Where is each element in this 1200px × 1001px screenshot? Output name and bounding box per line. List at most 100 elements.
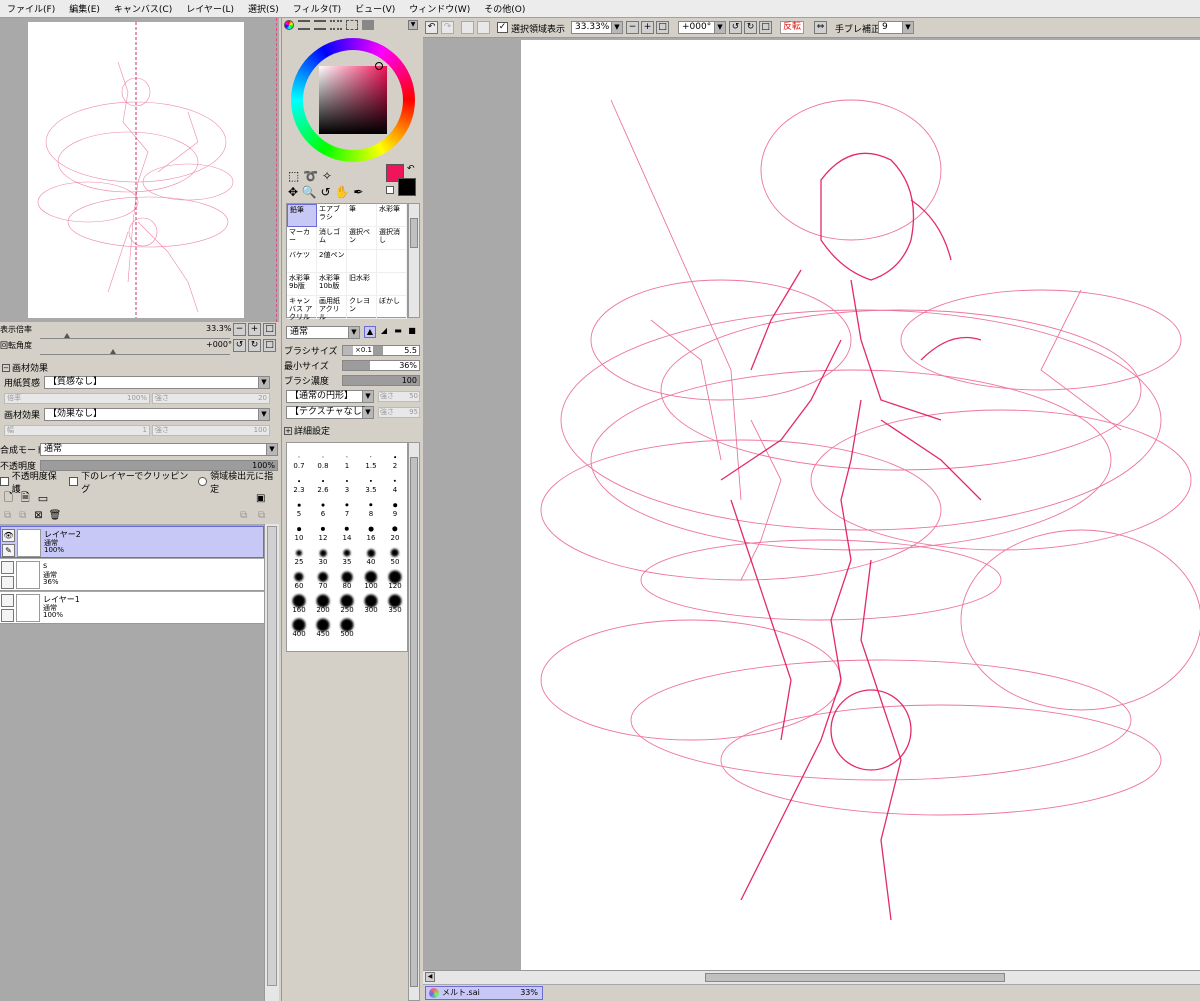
color-panel-menu-icon[interactable] (362, 20, 374, 30)
brush-size-preset[interactable]: 0.8 (311, 449, 335, 471)
rotate-icon[interactable]: ↺ (321, 185, 331, 199)
brush-lock-icon[interactable] (1, 576, 14, 589)
brush-lock-icon[interactable] (1, 609, 14, 622)
layer-list-scrollbar[interactable] (264, 524, 279, 1001)
scrollbar-thumb[interactable] (705, 973, 1005, 982)
brush-size-preset[interactable]: 35 (335, 545, 359, 567)
rotate-ccw-icon[interactable]: ↺ (729, 21, 742, 34)
hsv-slider-icon[interactable] (314, 20, 326, 30)
brush-size-preset[interactable]: 200 (311, 593, 335, 615)
tool-item[interactable]: バケツ (287, 250, 317, 273)
texture-strength-field[interactable]: 強さ 20 (152, 393, 270, 404)
tool-item[interactable]: 2値ペン (317, 250, 347, 273)
drawing-canvas[interactable] (521, 40, 1200, 970)
brush-size-preset[interactable]: 2 (383, 449, 407, 471)
rotate-left-button[interactable]: ↺ (233, 339, 246, 352)
lasso-icon[interactable]: ➰ (303, 169, 318, 183)
swatch-icon[interactable] (330, 20, 342, 30)
invert-selection-icon[interactable] (477, 21, 490, 34)
menu-item[interactable]: キャンバス(C) (107, 2, 179, 15)
brush-size-preset[interactable]: 2.6 (311, 473, 335, 495)
expand-icon[interactable]: + (284, 426, 292, 435)
merge-down-icon[interactable]: ⧉ (19, 510, 26, 521)
document-tab[interactable]: メルト.sai 33% (425, 986, 543, 1000)
new-folder-icon[interactable]: ▭ (38, 492, 48, 505)
tool-item[interactable]: 選択ペン (347, 227, 377, 250)
new-layer-icon[interactable]: 🗋 (4, 489, 13, 508)
brush-density-slider[interactable]: 100 (342, 375, 420, 386)
brush-size-preset[interactable]: 2.3 (287, 473, 311, 495)
menu-item[interactable]: ファイル(F) (0, 2, 62, 15)
transparent-color-icon[interactable] (386, 186, 394, 194)
brush-size-preset[interactable]: 3 (335, 473, 359, 495)
menu-item[interactable]: ビュー(V) (348, 2, 402, 15)
menu-item[interactable]: 選択(S) (241, 2, 286, 15)
color-wheel-mode-icon[interactable] (284, 20, 294, 30)
swap-colors-icon[interactable]: ↶ (407, 164, 415, 174)
size-multiplier-dropdown[interactable] (343, 346, 353, 355)
chevron-down-icon[interactable]: ▼ (348, 327, 359, 338)
blend-mode-select[interactable]: 通常 ▼ (40, 443, 278, 456)
brush-size-preset[interactable]: 500 (335, 617, 359, 639)
edge-hard-icon[interactable]: ▲ (364, 326, 376, 338)
sv-cursor[interactable] (375, 62, 383, 70)
rotate-reset-icon[interactable]: □ (759, 21, 772, 34)
tool-item[interactable]: マーカー (287, 227, 317, 250)
tool-item[interactable]: クレヨン (347, 296, 377, 319)
menu-item[interactable]: フィルタ(T) (286, 2, 348, 15)
zoom-select[interactable]: 33.33% ▼ (571, 21, 623, 34)
color-wheel[interactable] (282, 30, 422, 178)
brush-size-preset[interactable]: 9 (383, 497, 407, 519)
stabilizer-select[interactable]: 9 ▼ (878, 21, 914, 34)
scroll-left-icon[interactable]: ◀ (425, 972, 435, 982)
scratchpad-icon[interactable] (346, 20, 358, 30)
brush-size-preset[interactable]: 50 (383, 545, 407, 567)
secondary-color-swatch[interactable] (398, 178, 416, 196)
texture-scale-field[interactable]: 倍率 100% (4, 393, 150, 404)
layer-row[interactable]: レイヤー1 通常 100% (0, 592, 264, 624)
brush-grid-scrollbar[interactable] (408, 442, 420, 1001)
angle-slider-thumb[interactable] (110, 349, 116, 354)
zoom-reset-button[interactable]: □ (263, 323, 276, 336)
shape-strength-field[interactable]: 強さ 50 (378, 391, 420, 402)
brush-size-preset[interactable]: 100 (359, 569, 383, 591)
brush-mode-select[interactable]: 通常 ▼ (286, 326, 360, 339)
zoom-fit-icon[interactable]: □ (656, 21, 669, 34)
brush-size-preset[interactable]: 400 (287, 617, 311, 639)
clear-layer-icon[interactable]: ⧉ (258, 510, 265, 521)
clip-below-checkbox[interactable] (69, 477, 79, 486)
zoom-in-icon[interactable]: + (641, 21, 654, 34)
brush-size-preset[interactable]: 70 (311, 569, 335, 591)
zoom-slider-thumb[interactable] (64, 333, 70, 338)
brush-size-preset[interactable]: 80 (335, 569, 359, 591)
brush-size-preset[interactable]: 250 (335, 593, 359, 615)
menu-item[interactable]: その他(O) (477, 2, 532, 15)
advanced-settings-row[interactable]: + 詳細設定 (284, 423, 422, 438)
paper-effect-select[interactable]: 【効果なし】 ▼ (44, 408, 270, 421)
brush-size-preset[interactable]: 25 (287, 545, 311, 567)
paper-texture-select[interactable]: 【質感なし】 ▼ (44, 376, 270, 389)
brush-shape-select[interactable]: 【通常の円形】 ▼ (286, 390, 374, 403)
hand-icon[interactable]: ✋ (335, 185, 350, 199)
tool-item[interactable]: 旧水彩 (347, 273, 377, 296)
effect-strength-field[interactable]: 強さ 100 (152, 425, 270, 436)
chevron-down-icon[interactable]: ▼ (258, 409, 269, 420)
texture-strength-field[interactable]: 強さ 95 (378, 407, 420, 418)
brush-size-preset[interactable]: 1 (335, 449, 359, 471)
tool-item[interactable]: 水彩筆 9b版 (287, 273, 317, 296)
menu-item[interactable]: ウィンドウ(W) (402, 2, 477, 15)
zoom-icon[interactable]: 🔍 (302, 185, 317, 199)
brush-size-preset[interactable]: 60 (287, 569, 311, 591)
magic-wand-icon[interactable]: ✧ (322, 169, 332, 183)
sv-square[interactable] (319, 66, 387, 134)
edge-soft-icon[interactable]: ◢ (378, 326, 390, 338)
tool-item[interactable]: ぼかし (377, 296, 407, 319)
scrollbar-thumb[interactable] (410, 457, 418, 987)
zoom-in-button[interactable]: + (248, 323, 261, 336)
tool-item[interactable]: 鉛筆 (287, 204, 317, 227)
scrollbar-thumb[interactable] (410, 218, 418, 248)
min-size-slider[interactable]: 36% (342, 360, 420, 371)
effect-width-field[interactable]: 幅 1 (4, 425, 150, 436)
brush-size-preset[interactable]: 30 (311, 545, 335, 567)
brush-size-preset[interactable]: 8 (359, 497, 383, 519)
